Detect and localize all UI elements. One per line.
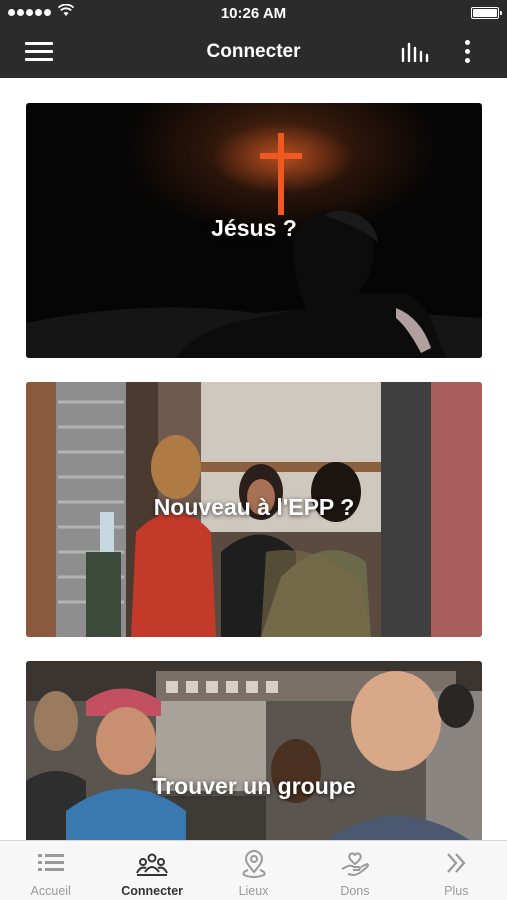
card-title: Nouveau à l'EPP ? bbox=[153, 494, 355, 520]
tab-label: Lieux bbox=[238, 884, 269, 898]
people-group-icon bbox=[136, 853, 169, 876]
status-time: 10:26 AM bbox=[220, 5, 287, 22]
hamburger-menu-icon[interactable] bbox=[25, 42, 53, 62]
page-title: Connecter bbox=[206, 41, 301, 62]
card-title: Trouver un groupe bbox=[152, 773, 356, 799]
battery-icon bbox=[471, 7, 502, 19]
tab-lieux[interactable]: Lieux bbox=[203, 841, 304, 900]
card-title: Jésus ? bbox=[211, 215, 297, 241]
tab-plus[interactable]: Plus bbox=[406, 841, 507, 900]
tab-label: Accueil bbox=[30, 884, 71, 898]
card-jesus[interactable]: Jésus ? bbox=[26, 103, 482, 358]
card-nouveau[interactable]: Nouveau à l'EPP ? bbox=[26, 382, 482, 637]
tab-bar: Accueil Connecter Lieux Dons Plus bbox=[0, 840, 507, 900]
map-pin-icon bbox=[242, 850, 266, 878]
tab-label: Connecter bbox=[121, 884, 184, 898]
tab-dons[interactable]: Dons bbox=[304, 841, 405, 900]
tab-label: Plus bbox=[444, 884, 469, 898]
status-bar: 10:26 AM bbox=[0, 0, 507, 26]
audio-bars-icon[interactable] bbox=[400, 39, 430, 65]
heart-hand-icon bbox=[341, 852, 369, 877]
double-chevron-right-icon bbox=[447, 853, 466, 873]
nav-bar: Connecter bbox=[0, 26, 507, 78]
more-options-icon[interactable] bbox=[458, 39, 478, 65]
card-groupe[interactable]: Trouver un groupe bbox=[26, 661, 482, 840]
list-icon bbox=[37, 854, 64, 871]
content-list: Jésus ? Nouveau à l'EPP ? Trouver un gro… bbox=[0, 78, 507, 840]
card-image-cafe-group bbox=[26, 661, 482, 840]
tab-accueil[interactable]: Accueil bbox=[0, 841, 101, 900]
tab-connecter[interactable]: Connecter bbox=[101, 841, 202, 900]
tab-label: Dons bbox=[340, 884, 370, 898]
